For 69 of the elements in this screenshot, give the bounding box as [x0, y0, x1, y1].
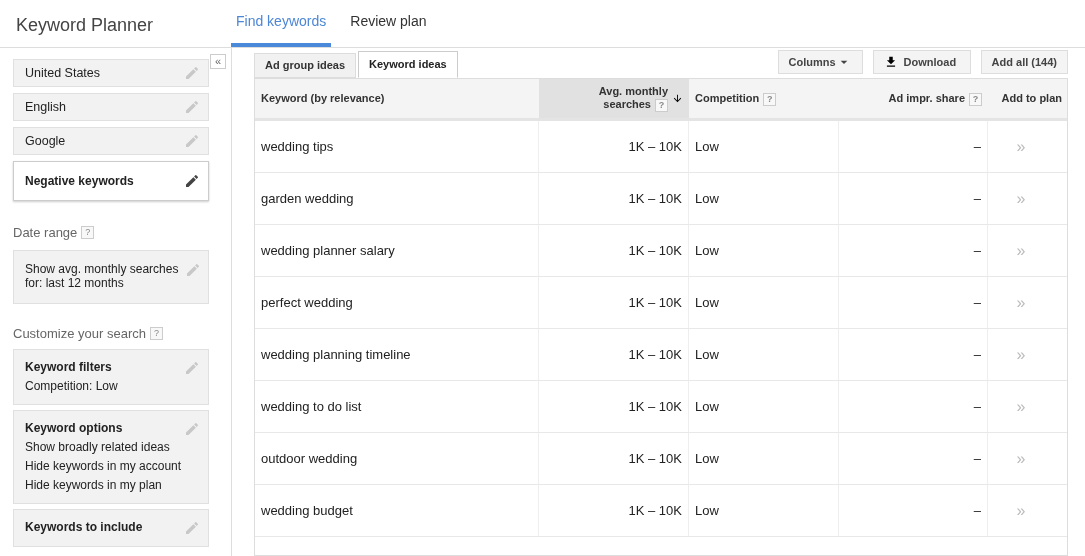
date-range-text: Show avg. monthly searches for: last 12 months: [25, 261, 180, 290]
card-text: Show broadly related ideas: [25, 440, 171, 455]
idea-tab[interactable]: Keyword ideas: [358, 51, 458, 78]
targeting-item[interactable]: Google: [13, 127, 209, 155]
table-cell: –: [839, 277, 988, 328]
table-cell: –: [839, 433, 988, 484]
card-text: Hide keywords in my account: [25, 459, 182, 474]
help-icon[interactable]: ?: [81, 226, 95, 240]
table-cell: –: [839, 121, 988, 172]
table-cell: Low: [689, 485, 839, 536]
download-button[interactable]: Download: [872, 50, 971, 74]
targeting-item[interactable]: Negative keywords: [13, 161, 209, 201]
card-text: Hide keywords in my plan: [25, 478, 163, 493]
table-cell: –: [839, 225, 988, 276]
date-range-card[interactable]: Show avg. monthly searches for: last 12 months: [13, 249, 209, 304]
help-icon[interactable]: ?: [763, 92, 777, 106]
option-card[interactable]: Keyword options Show broadly related ideas Hide keywords in my account Hide keywords in my plan: [13, 410, 209, 504]
table-cell: –: [839, 329, 988, 380]
table-cell: –: [839, 381, 988, 432]
collapse-button[interactable]: «: [210, 54, 226, 69]
table-cell: wedding planning timeline: [255, 329, 539, 380]
column-header[interactable]: Ad impr. share ?: [839, 79, 988, 118]
table-cell: Low: [689, 433, 839, 484]
column-header[interactable]: Avg. monthly searches ?: [539, 79, 689, 118]
add-all-button[interactable]: Add all (144): [980, 50, 1068, 74]
table-cell: Low: [689, 225, 839, 276]
idea-tab[interactable]: Ad group ideas: [254, 53, 357, 78]
table-cell: 1K – 10K: [539, 173, 689, 224]
table-cell: 1K – 10K: [539, 433, 689, 484]
pencil-icon[interactable]: [184, 173, 200, 189]
targeting-item[interactable]: United States: [13, 59, 209, 87]
card-title: Keyword filters: [25, 360, 113, 375]
table-cell: –: [839, 173, 988, 224]
section-heading: Customize your search: [13, 324, 146, 343]
table-cell: 1K – 10K: [539, 121, 689, 172]
table-cell: outdoor wedding: [255, 433, 539, 484]
table-cell: wedding to do list: [255, 381, 539, 432]
nav-tab[interactable]: Find keywords: [231, 0, 332, 47]
table-cell: garden wedding: [255, 173, 539, 224]
table-cell: Low: [689, 329, 839, 380]
app-title: Keyword Planner: [15, 14, 155, 37]
card-text: Competition: Low: [25, 379, 118, 394]
table-cell: perfect wedding: [255, 277, 539, 328]
table-cell: Low: [689, 381, 839, 432]
card-title: Keywords to include: [25, 520, 143, 535]
table-cell: 1K – 10K: [539, 485, 689, 536]
table-cell: 1K – 10K: [539, 329, 689, 380]
section-heading: Date range: [13, 224, 78, 242]
column-header[interactable]: Add to plan: [988, 79, 1067, 118]
option-card[interactable]: Keywords to include: [13, 509, 209, 547]
help-icon[interactable]: ?: [149, 326, 163, 340]
option-card[interactable]: Keyword filters Competition: Low: [13, 349, 209, 405]
column-header[interactable]: Keyword (by relevance): [255, 79, 539, 118]
table-cell: –: [839, 485, 988, 536]
table-cell: Low: [689, 173, 839, 224]
card-title: Keyword options: [25, 421, 124, 436]
targeting-item[interactable]: English: [13, 93, 209, 121]
columns-button[interactable]: Columns: [777, 50, 863, 74]
table-cell: Low: [689, 277, 839, 328]
table-cell: 1K – 10K: [539, 277, 689, 328]
nav-tab[interactable]: Review plan: [345, 0, 432, 47]
column-header[interactable]: Competition ?: [689, 79, 839, 118]
table-cell: 1K – 10K: [539, 381, 689, 432]
table-cell: 1K – 10K: [539, 225, 689, 276]
table-cell: wedding budget: [255, 485, 539, 536]
table-cell: Low: [689, 121, 839, 172]
table-cell: wedding planner salary: [255, 225, 539, 276]
sort-arrow-icon: [672, 93, 683, 104]
table-cell: wedding tips: [255, 121, 539, 172]
